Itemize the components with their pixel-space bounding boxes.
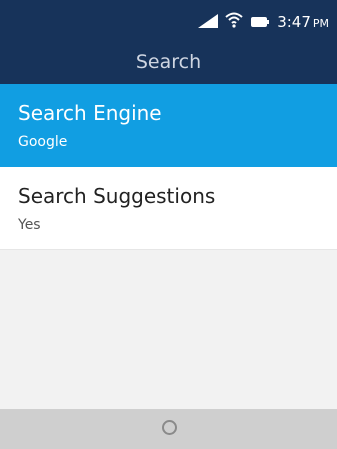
status-clock: 3:47: [277, 13, 311, 31]
setting-title: Search Suggestions: [18, 184, 216, 208]
status-bar: 3:47 PM: [0, 0, 337, 44]
status-ampm: PM: [312, 17, 329, 30]
setting-value: Yes: [18, 217, 41, 233]
setting-title: Search Engine: [18, 101, 162, 125]
wifi-icon: [225, 12, 243, 32]
setting-search-suggestions[interactable]: Search Suggestions Yes: [0, 167, 337, 250]
status-indicators: 3:47 PM: [198, 11, 329, 33]
softkey-bar: [0, 409, 337, 449]
battery-icon: [250, 13, 270, 32]
signal-icon: [198, 13, 219, 32]
settings-list: Search Engine Google Search Suggestions …: [0, 84, 337, 250]
setting-value: Google: [18, 134, 68, 150]
status-time: 3:47 PM: [277, 13, 329, 31]
page-title: Search: [0, 44, 337, 84]
circle-icon[interactable]: [162, 420, 177, 435]
setting-search-engine[interactable]: Search Engine Google: [0, 84, 337, 167]
